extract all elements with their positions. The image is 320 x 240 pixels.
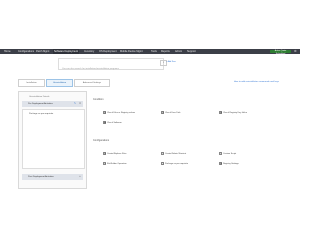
nav-admin[interactable]: Admin — [174, 49, 183, 54]
tab-installation[interactable]: Installation — [18, 79, 45, 87]
help-link[interactable]: How to add uninstallation commands and k… — [234, 81, 279, 83]
list-item[interactable]: Package as pre-requisite — [29, 113, 53, 115]
pre-deployment-label: Pre Deployment Activities — [28, 103, 53, 105]
nav-home[interactable]: Home — [3, 49, 12, 54]
action-check-software[interactable]: ▣Check Software — [103, 121, 122, 126]
pre-deployment-row[interactable]: Pre Deployment Activities ✎ ✕ — [22, 101, 83, 107]
item-label: Check Files or Registry values — [107, 112, 136, 115]
item-label: Registry Settings — [223, 163, 239, 166]
action-package-prerequisite[interactable]: ▢Package as pre-requisite — [161, 162, 188, 167]
status-badge[interactable]: Active Quote Scheduled — [270, 50, 291, 55]
item-label: Create/Delete Shortcut — [165, 153, 187, 156]
search-description: You can also search for installation/uni… — [62, 68, 119, 70]
panel-title: Uninstallation Details — [29, 96, 50, 98]
nav-support[interactable]: Support — [186, 49, 197, 54]
tab-uninstallation[interactable]: Uninstallation — [46, 79, 73, 87]
registry-icon: ▦ — [219, 162, 222, 165]
tab-advanced-settings[interactable]: Advanced Settings — [74, 79, 110, 87]
item-label: Custom Script — [223, 153, 237, 156]
action-check-registry-key[interactable]: ▦Check Registry Key Value — [219, 111, 247, 116]
file-icon: ▤ — [103, 152, 106, 155]
delete-icon[interactable]: ✕ — [78, 102, 82, 106]
action-file-folder-operation[interactable]: ▭File/Folder Operation — [103, 162, 127, 167]
action-check-free-disk[interactable]: ▥Check Free Disk — [161, 111, 180, 116]
file-icon: ▤ — [103, 111, 106, 114]
gear-icon[interactable]: ⚙ — [294, 50, 297, 53]
package-icon: ▢ — [161, 162, 164, 165]
software-icon: ▣ — [103, 121, 106, 124]
top-navigation-bar: Home Configurations Patch Mgmt Software … — [0, 49, 300, 54]
disk-icon: ▥ — [161, 111, 164, 114]
add-icon[interactable]: + — [78, 175, 82, 179]
item-label: Check Free Disk — [165, 112, 181, 115]
add-row-button[interactable]: + Add Row — [166, 60, 176, 64]
item-label: Create/Replace Files — [107, 153, 127, 156]
condition-section-title: Condition — [93, 98, 104, 101]
nav-tools[interactable]: Tools — [150, 49, 158, 54]
nav-os-deployment[interactable]: OS Deployment — [98, 49, 118, 54]
activities-panel: Uninstallation Details Pre Deployment Ac… — [18, 91, 87, 189]
pre-deployment-list: Package as pre-requisite — [22, 109, 85, 169]
item-label: Check Registry Key Value — [223, 112, 247, 115]
post-deployment-label: Post Deployment Activities — [28, 176, 54, 178]
action-check-files-registry[interactable]: ▤Check Files or Registry values — [103, 111, 135, 116]
nav-inventory[interactable]: Inventory — [83, 49, 95, 54]
item-label: File/Folder Operation — [107, 163, 127, 166]
nav-configurations[interactable]: Configurations — [17, 49, 35, 54]
folder-icon: ▭ — [103, 162, 106, 165]
action-custom-script[interactable]: ≡ Custom Script — [219, 152, 236, 157]
nav-software-deployment[interactable]: Software Deployment — [53, 49, 79, 54]
search-panel[interactable]: You can also search for installation/uni… — [58, 58, 164, 70]
actions-panel: Condition ▤Check Files or Registry value… — [93, 96, 277, 186]
nav-patch-mgmt[interactable]: Patch Mgmt — [35, 49, 50, 54]
script-icon: ≡ — [219, 152, 222, 155]
nav-mdm[interactable]: Mobile Device Mgmt — [119, 49, 144, 54]
action-registry-settings[interactable]: ▦Registry Settings — [219, 162, 239, 167]
action-create-delete-shortcut[interactable]: ↗Create/Delete Shortcut — [161, 152, 186, 157]
edit-icon[interactable]: ✎ — [73, 102, 77, 106]
registry-icon: ▦ — [219, 111, 222, 114]
shortcut-icon: ↗ — [161, 152, 164, 155]
nav-reports[interactable]: Reports — [160, 49, 171, 54]
action-create-replace-files[interactable]: ▤Create/Replace Files — [103, 152, 126, 157]
configurations-section-title: Configurations — [93, 139, 110, 142]
item-label: Check Software — [107, 122, 122, 125]
post-deployment-row[interactable]: Post Deployment Activities + — [22, 174, 83, 180]
item-label: Package as pre-requisite — [165, 163, 188, 166]
